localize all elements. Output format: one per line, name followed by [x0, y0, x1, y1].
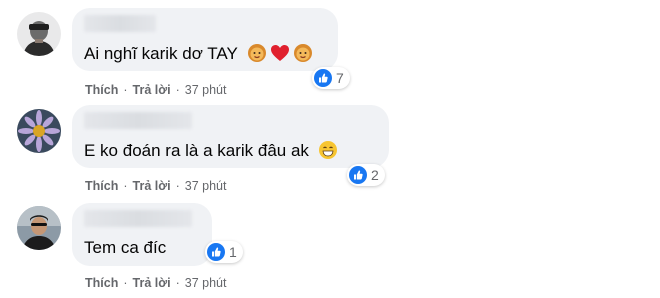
separator: · [175, 276, 180, 290]
comment-text-content: Tem ca đíc [84, 238, 167, 257]
separator: · [123, 276, 128, 290]
comment-bubble: Tem ca đíc [72, 203, 212, 266]
comment-actions: Thích · Trả lời · 37 phút [85, 276, 226, 290]
commenter-name-redacted[interactable] [84, 210, 192, 227]
commenter-avatar[interactable] [17, 206, 61, 250]
comment-text: Tem ca đíc [84, 238, 166, 258]
reaction-count: 1 [229, 244, 237, 260]
reply-link[interactable]: Trả lời [133, 276, 171, 290]
reaction-summary[interactable]: 1 [205, 241, 243, 263]
like-link[interactable]: Thích [85, 276, 118, 290]
like-icon [207, 243, 225, 261]
comment-3: Tem ca đíc 1 Thích · Trả lời · 37 phút [0, 0, 660, 298]
person-avatar-icon [17, 206, 61, 250]
timestamp[interactable]: 37 phút [185, 276, 227, 290]
